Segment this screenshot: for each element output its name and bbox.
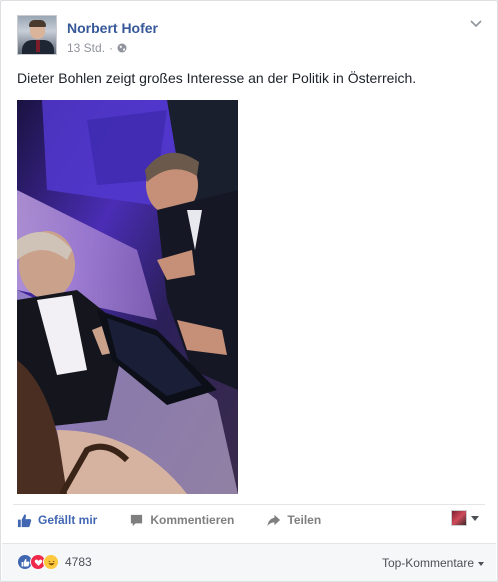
chevron-down-icon[interactable] [469, 19, 483, 29]
post-meta: 13 Std. · [67, 41, 127, 55]
share-label: Teilen [287, 513, 322, 527]
like-icon [17, 513, 32, 527]
reaction-count[interactable]: 4783 [65, 555, 92, 569]
caret-down-icon [471, 515, 479, 521]
post-timestamp[interactable]: 13 Std. [67, 41, 105, 55]
post-text: Dieter Bohlen zeigt großes Interesse an … [17, 70, 417, 86]
comment-label: Kommentieren [150, 513, 235, 527]
like-label: Gefällt mir [38, 513, 98, 527]
comment-sort-dropdown[interactable]: Top-Kommentare [382, 556, 484, 570]
author-name[interactable]: Norbert Hofer [67, 20, 158, 36]
post-photo[interactable] [17, 100, 238, 494]
haha-reaction-icon [43, 554, 59, 570]
post-as-selector[interactable] [451, 510, 479, 526]
author-avatar[interactable] [17, 15, 57, 55]
comment-icon [131, 514, 143, 526]
reaction-summary[interactable]: 4783 [17, 554, 92, 570]
post-header: Norbert Hofer 13 Std. · [17, 15, 485, 59]
page-avatar [451, 510, 467, 526]
share-button[interactable]: Teilen [266, 513, 321, 528]
reactions-bar: 4783 Top-Kommentare [2, 543, 496, 581]
share-icon [267, 514, 281, 526]
divider-top [13, 504, 485, 505]
caret-down-icon [478, 561, 484, 566]
comment-button[interactable]: Kommentieren [129, 513, 234, 528]
post-card: Norbert Hofer 13 Std. · Dieter Bohlen ze… [0, 0, 498, 582]
globe-icon[interactable] [117, 43, 127, 53]
action-bar: Gefällt mir Kommentieren Teilen [17, 507, 485, 533]
like-button[interactable]: Gefällt mir [17, 513, 97, 528]
comment-sort-label: Top-Kommentare [381, 556, 474, 570]
meta-separator: · [109, 41, 114, 55]
